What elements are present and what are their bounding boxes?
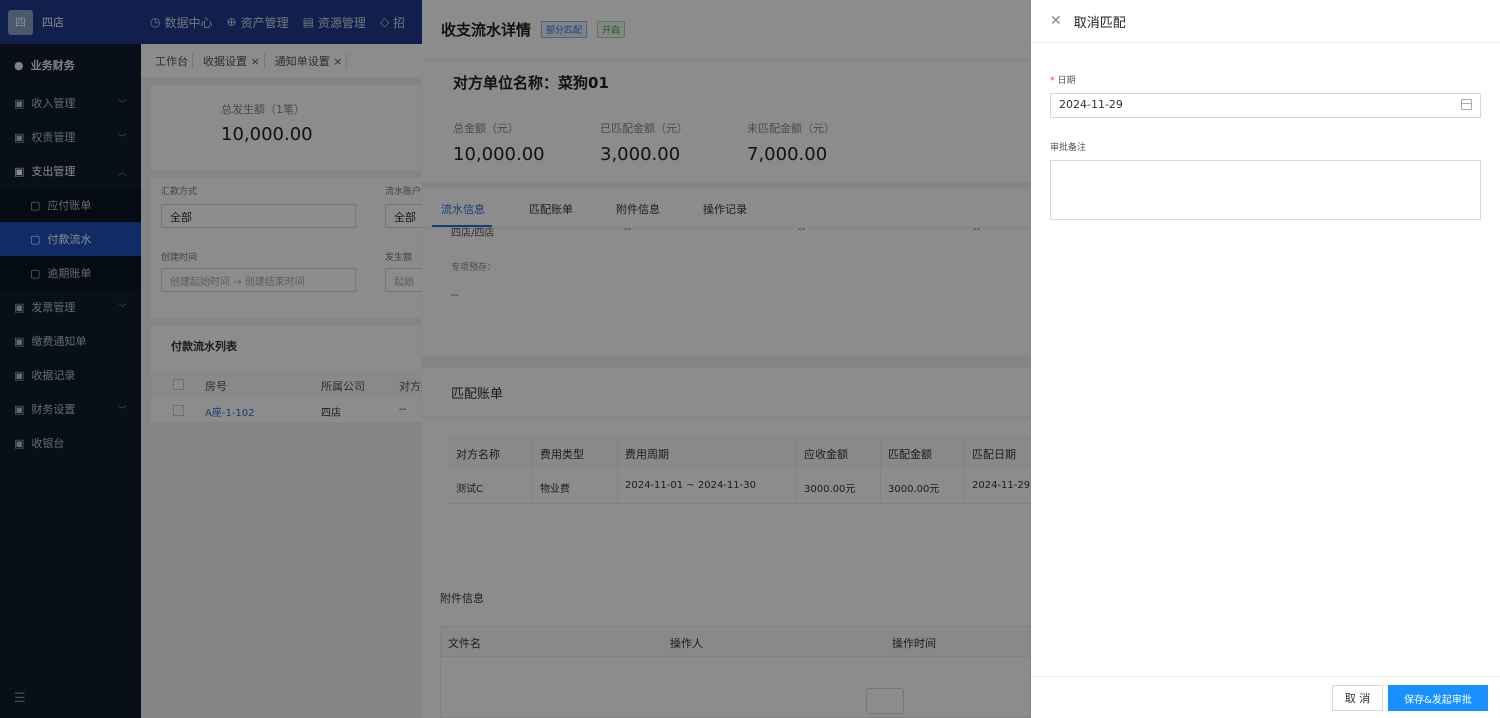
- date-label: * 日期: [1050, 76, 1076, 86]
- cancel-match-drawer: ✕ 取消匹配 * 日期 2024-11-29 审批备注 取 消 保存&发起审批: [1031, 0, 1500, 718]
- drawer-overlay[interactable]: [422, 0, 1031, 718]
- close-icon[interactable]: ✕: [1050, 13, 1062, 29]
- form-title: 取消匹配: [1073, 15, 1126, 31]
- note-label: 审批备注: [1050, 143, 1087, 153]
- form-footer: 取 消 保存&发起审批: [1031, 676, 1500, 718]
- form-header: ✕ 取消匹配: [1031, 0, 1500, 43]
- approval-note-input[interactable]: [1050, 160, 1481, 220]
- save-and-submit-button[interactable]: 保存&发起审批: [1388, 685, 1488, 711]
- date-value: 2024-11-29: [1059, 98, 1123, 111]
- calendar-icon[interactable]: [1461, 99, 1472, 110]
- cancel-button[interactable]: 取 消: [1332, 685, 1383, 711]
- required-icon: *: [1050, 76, 1055, 86]
- date-picker[interactable]: 2024-11-29: [1050, 93, 1481, 118]
